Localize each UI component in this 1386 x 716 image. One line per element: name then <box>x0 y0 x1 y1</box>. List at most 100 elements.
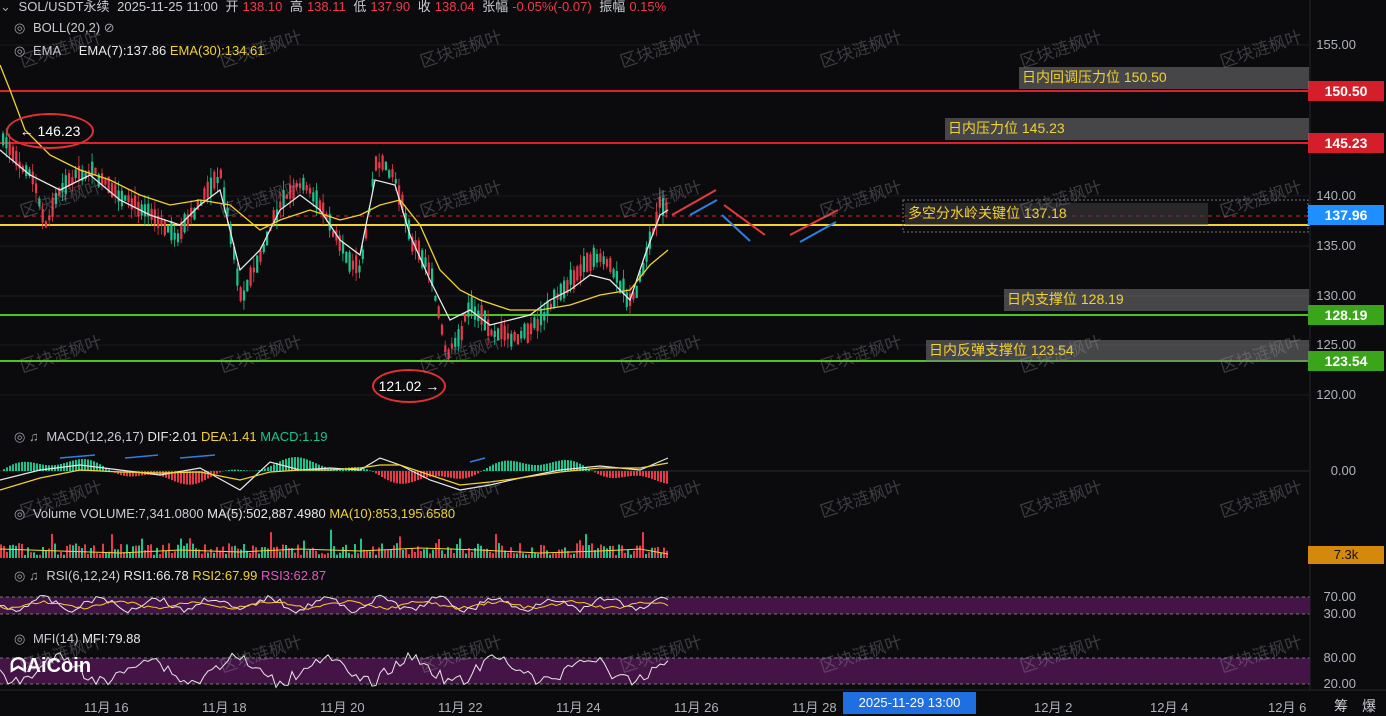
volume-bar <box>84 544 86 558</box>
candle-body <box>114 184 116 196</box>
eye-icon[interactable]: ◎ <box>14 506 25 521</box>
eye-icon[interactable]: ◎ <box>14 43 25 58</box>
candle-body <box>444 345 446 351</box>
volume-bar <box>426 548 428 558</box>
volume-bar <box>195 548 197 558</box>
ema-label: EMA <box>33 43 61 58</box>
hide-icon[interactable]: ⊘ <box>104 20 115 35</box>
bell-icon[interactable]: ◎ ♫ <box>14 568 39 583</box>
macd-bar <box>516 462 518 471</box>
macd-bar <box>453 471 455 478</box>
candle-body <box>299 183 301 188</box>
candle-body <box>616 271 618 283</box>
datetime: 2025-11-25 11:00 <box>117 0 218 14</box>
candle-body <box>530 323 532 334</box>
candle-body <box>253 268 255 273</box>
macd-bar <box>15 463 17 471</box>
candle-body <box>523 324 525 339</box>
candle-body <box>517 334 519 344</box>
retrace-resistance-label: 日内回调压力位 150.50 <box>1019 67 1309 89</box>
candle-body <box>164 221 166 236</box>
macd-tick: 0.00 <box>1331 463 1356 478</box>
ema-row[interactable]: ◎ EMA EMA(7):137.86 EMA(30):134.61 <box>14 43 265 59</box>
macd-bar <box>189 471 191 485</box>
mfi-row[interactable]: ◎ MFI(14) MFI:79.88 <box>14 631 141 647</box>
macd-bar <box>603 471 605 477</box>
candle-body <box>302 178 304 190</box>
ma5-value: MA(5):502,887.4980 <box>207 506 326 521</box>
macd-bar <box>369 470 371 471</box>
volume-bar <box>240 550 242 558</box>
macd-row[interactable]: ◎ ♫ MACD(12,26,17) DIF:2.01 DEA:1.41 MAC… <box>14 429 327 445</box>
x-tick: 11月 28 <box>792 697 837 716</box>
low-label: 低 <box>353 0 366 14</box>
candle-body <box>527 323 529 343</box>
macd-bar <box>228 470 230 471</box>
chevron-down-icon[interactable]: ⌄ <box>0 0 11 14</box>
macd-bar <box>9 466 11 471</box>
volume-bar <box>114 549 116 558</box>
macd-bar <box>27 462 29 471</box>
volume-bar <box>624 553 626 558</box>
volume-bar <box>33 552 35 558</box>
volume-bar <box>501 546 503 558</box>
volume-bar <box>324 554 326 558</box>
candle-body <box>500 323 502 339</box>
volume-bar <box>201 554 203 558</box>
x-tick: 11月 20 <box>320 697 365 716</box>
candlesticks <box>2 128 668 360</box>
volume-row[interactable]: ◎ Volume VOLUME:7,341.0800 MA(5):502,887… <box>14 506 455 522</box>
chip-distribution-button[interactable]: 筹 <box>1334 696 1348 716</box>
volume-bar <box>342 547 344 558</box>
candle-body <box>256 256 258 273</box>
resistance-label: 日内压力位 145.23 <box>945 118 1309 140</box>
macd-bar <box>18 462 20 471</box>
symbol[interactable]: SOL/USDT永续 <box>19 0 110 14</box>
macd-bar <box>507 461 509 471</box>
candle-body <box>448 349 450 358</box>
volume-bar <box>636 546 638 558</box>
volume-bar <box>420 551 422 558</box>
low-marker: 121.02 → <box>372 369 446 403</box>
macd-bar <box>501 461 503 471</box>
volume-bar <box>264 547 266 558</box>
candle-body <box>606 259 608 267</box>
volume-bar <box>522 553 524 558</box>
macd-bar <box>534 465 536 471</box>
macd-bar <box>381 471 383 477</box>
candle-body <box>358 266 360 273</box>
change-label: 张幅 <box>482 0 508 14</box>
macd-bar <box>462 471 464 479</box>
volume-bar <box>297 545 299 558</box>
macd-bar <box>384 471 386 479</box>
candle-body <box>514 332 516 341</box>
candle-body <box>507 333 509 339</box>
rsi-row[interactable]: ◎ ♫ RSI(6,12,24) RSI1:66.78 RSI2:67.99 R… <box>14 568 326 584</box>
eye-icon[interactable]: ◎ <box>14 631 25 646</box>
open-label: 开 <box>226 0 239 14</box>
volume-bar <box>546 550 548 558</box>
liquidation-button[interactable]: 爆 <box>1362 696 1376 716</box>
volume-bar <box>444 554 446 558</box>
macd-bar <box>216 471 218 474</box>
volume-bar <box>99 554 101 558</box>
candle-body <box>375 156 377 170</box>
volume-bar <box>153 555 155 558</box>
resistance-tag: 145.23 <box>1308 133 1384 153</box>
candle-body <box>609 258 611 272</box>
candle-body <box>454 338 456 347</box>
volume-bar <box>573 554 575 558</box>
macd-bar <box>660 471 662 482</box>
bell-icon[interactable]: ◎ ♫ <box>14 429 39 444</box>
volume-bar <box>414 552 416 558</box>
volume-bar <box>237 548 239 558</box>
candle-body <box>589 254 591 271</box>
volume-bar <box>207 553 209 558</box>
candle-body <box>174 233 176 240</box>
boll-row[interactable]: ◎ BOLL(20,2) ⊘ <box>14 20 119 36</box>
macd-bar <box>543 464 545 471</box>
candle-body <box>279 202 281 209</box>
eye-icon[interactable]: ◎ <box>14 20 25 35</box>
x-tick: 11月 22 <box>438 697 483 716</box>
high-marker: ← 146.23 <box>6 113 94 149</box>
